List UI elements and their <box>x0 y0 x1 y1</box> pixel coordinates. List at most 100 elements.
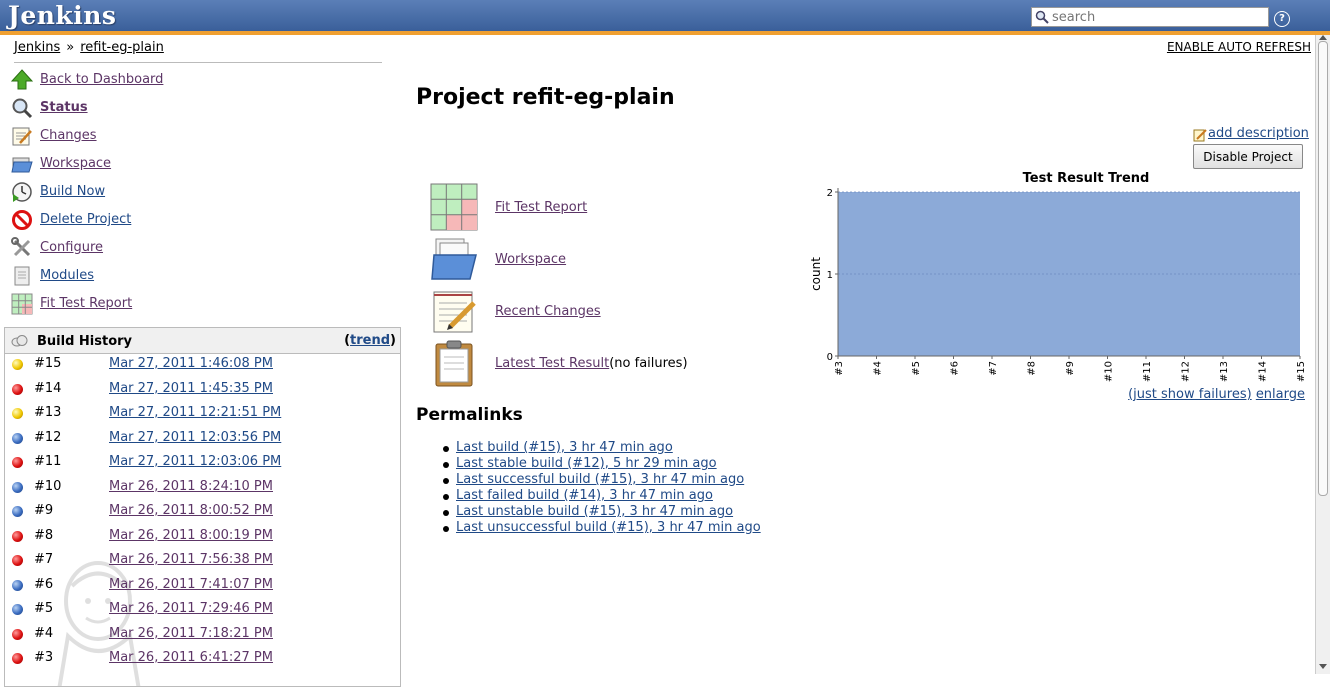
build-date-link[interactable]: Mar 26, 2011 7:29:46 PM <box>109 601 273 616</box>
build-number: #7 <box>34 552 54 567</box>
task-label[interactable]: Modules <box>40 268 94 283</box>
scroll-up-arrow-icon[interactable] <box>1319 35 1327 40</box>
breadcrumb-jenkins[interactable]: Jenkins <box>14 40 60 55</box>
build-date-link[interactable]: Mar 26, 2011 7:18:21 PM <box>109 626 273 641</box>
permalink-item: Last successful build (#15), 3 hr 47 min… <box>440 472 761 488</box>
build-date-link[interactable]: Mar 27, 2011 1:45:35 PM <box>109 381 273 396</box>
build-number: #14 <box>34 380 62 396</box>
build-number: #8 <box>34 527 54 543</box>
build-date-link[interactable]: Mar 26, 2011 8:00:19 PM <box>109 528 273 543</box>
add-description-label[interactable]: add description <box>1208 126 1309 141</box>
just-show-failures-link[interactable]: (just show failures) <box>1128 387 1252 402</box>
build-date-link[interactable]: Mar 27, 2011 12:21:51 PM <box>109 405 281 420</box>
permalink-last-build[interactable]: Last build (#15), 3 hr 47 min ago <box>456 440 673 455</box>
chart-y-tick-label: 0 <box>827 352 833 363</box>
build-status-ball-icon <box>12 481 23 493</box>
build-row[interactable]: #14 Mar 27, 2011 1:45:35 PM <box>5 379 400 401</box>
divider <box>14 62 382 63</box>
scroll-down-arrow-icon[interactable] <box>1319 664 1327 669</box>
main-link-label[interactable]: Fit Test Report <box>495 200 587 215</box>
build-row[interactable]: #12 Mar 27, 2011 12:03:56 PM <box>5 428 400 450</box>
build-status-ball-icon <box>12 628 23 640</box>
vertical-scrollbar[interactable] <box>1315 35 1330 674</box>
notepad-icon <box>12 127 32 146</box>
chart-x-tick-label: #9 <box>1065 361 1076 376</box>
main-link-label[interactable]: Latest Test Result <box>495 356 609 371</box>
build-status-ball-icon <box>12 359 23 370</box>
search-box[interactable] <box>1031 7 1269 27</box>
build-number: #9 <box>34 503 54 518</box>
fit-grid-icon <box>11 293 33 315</box>
chart-x-tick-label: #7 <box>988 361 999 376</box>
build-date-link[interactable]: Mar 26, 2011 8:00:52 PM <box>109 503 273 518</box>
no-entry-icon <box>12 210 32 230</box>
main-link-label[interactable]: Recent Changes <box>495 304 601 319</box>
jenkins-logo[interactable]: Jenkins <box>8 1 116 30</box>
build-history-title: Build History <box>37 334 133 349</box>
build-row[interactable]: #13 Mar 27, 2011 12:21:51 PM <box>5 403 400 425</box>
task-label[interactable]: Back to Dashboard <box>40 72 163 87</box>
build-row[interactable]: #8 Mar 26, 2011 8:00:19 PM <box>5 526 400 548</box>
build-row[interactable]: #7 Mar 26, 2011 7:56:38 PM <box>5 550 400 572</box>
document-icon <box>14 266 30 286</box>
build-number: #4 <box>34 625 54 641</box>
build-status-ball-icon <box>12 530 23 542</box>
enable-auto-refresh-link[interactable]: ENABLE AUTO REFRESH <box>1167 40 1311 54</box>
trend-link[interactable]: trend <box>350 333 390 348</box>
breadcrumb-separator: » <box>66 40 75 55</box>
build-row[interactable]: #5 Mar 26, 2011 7:29:46 PM <box>5 599 400 621</box>
main-link-label[interactable]: Workspace <box>495 252 566 267</box>
build-number: #13 <box>34 405 62 420</box>
permalink-last-unstable-build[interactable]: Last unstable build (#15), 3 hr 47 min a… <box>456 504 733 519</box>
search-input[interactable] <box>1052 9 1262 25</box>
page-title: Project refit-eg-plain <box>416 85 675 110</box>
breadcrumb-project[interactable]: refit-eg-plain <box>80 40 164 55</box>
chart-x-tick-label: #13 <box>1219 361 1230 382</box>
build-date-link[interactable]: Mar 27, 2011 1:46:08 PM <box>109 356 273 371</box>
task-label[interactable]: Build Now <box>40 184 105 199</box>
task-label[interactable]: Changes <box>40 128 97 143</box>
build-history-panel: Build History (trend) #15 Mar 27, 2011 1:… <box>4 327 401 687</box>
folder-icon <box>11 157 33 173</box>
build-status-ball-icon <box>12 432 23 444</box>
test-result-trend-chart[interactable]: Test Result Trend 0 1 2 count #3 #4 #5 #6 #7 #8 #9 #… <box>806 166 1310 386</box>
task-label[interactable]: Workspace <box>40 156 111 171</box>
build-status-ball-icon <box>12 604 23 615</box>
build-number: #15 <box>34 356 62 371</box>
chart-x-tick-label: #4 <box>873 361 884 376</box>
task-label[interactable]: Configure <box>40 240 103 255</box>
permalink-item: Last unstable build (#15), 3 hr 47 min a… <box>440 504 761 520</box>
build-row[interactable]: #6 Mar 26, 2011 7:41:07 PM <box>5 575 400 597</box>
build-date-link[interactable]: Mar 26, 2011 7:56:38 PM <box>109 552 273 567</box>
build-number: #5 <box>34 601 54 616</box>
task-label[interactable]: Delete Project <box>40 212 131 227</box>
build-row[interactable]: #11 Mar 27, 2011 12:03:06 PM <box>5 452 400 474</box>
clock-icon <box>12 182 32 202</box>
enlarge-link[interactable]: enlarge <box>1256 387 1305 402</box>
build-row[interactable]: #10 Mar 26, 2011 8:24:10 PM <box>5 477 400 499</box>
chart-x-tick-label: #11 <box>1142 361 1153 382</box>
build-date-link[interactable]: Mar 27, 2011 12:03:06 PM <box>109 454 281 469</box>
build-row[interactable]: #9 Mar 26, 2011 8:00:52 PM <box>5 501 400 523</box>
cloud-icon <box>11 335 28 347</box>
build-date-link[interactable]: Mar 26, 2011 6:41:27 PM <box>109 650 273 665</box>
permalink-last-failed-build[interactable]: Last failed build (#14), 3 hr 47 min ago <box>456 488 713 503</box>
build-date-link[interactable]: Mar 26, 2011 8:24:10 PM <box>109 479 273 494</box>
build-date-link[interactable]: Mar 27, 2011 12:03:56 PM <box>109 430 281 445</box>
build-row[interactable]: #15 Mar 27, 2011 1:46:08 PM <box>5 354 400 376</box>
build-row[interactable]: #4 Mar 26, 2011 7:18:21 PM <box>5 624 400 646</box>
build-row[interactable]: #3 Mar 26, 2011 6:41:27 PM <box>5 648 400 670</box>
help-icon[interactable]: ? <box>1274 11 1290 27</box>
task-label[interactable]: Status <box>40 100 88 115</box>
edit-note-icon <box>1193 129 1207 142</box>
permalink-last-unsuccessful-build[interactable]: Last unsuccessful build (#15), 3 hr 47 m… <box>456 520 761 535</box>
task-label[interactable]: Fit Test Report <box>40 296 132 311</box>
chart-y-tick-label: 1 <box>827 270 833 281</box>
permalink-item: Last build (#15), 3 hr 47 min ago <box>440 440 761 456</box>
permalink-last-successful-build[interactable]: Last successful build (#15), 3 hr 47 min… <box>456 472 744 487</box>
scrollbar-thumb[interactable] <box>1318 41 1328 496</box>
build-status-ball-icon <box>12 555 23 566</box>
build-date-link[interactable]: Mar 26, 2011 7:41:07 PM <box>109 577 273 592</box>
permalink-last-stable-build[interactable]: Last stable build (#12), 5 hr 29 min ago <box>456 456 717 471</box>
magnifier-icon <box>12 98 33 119</box>
